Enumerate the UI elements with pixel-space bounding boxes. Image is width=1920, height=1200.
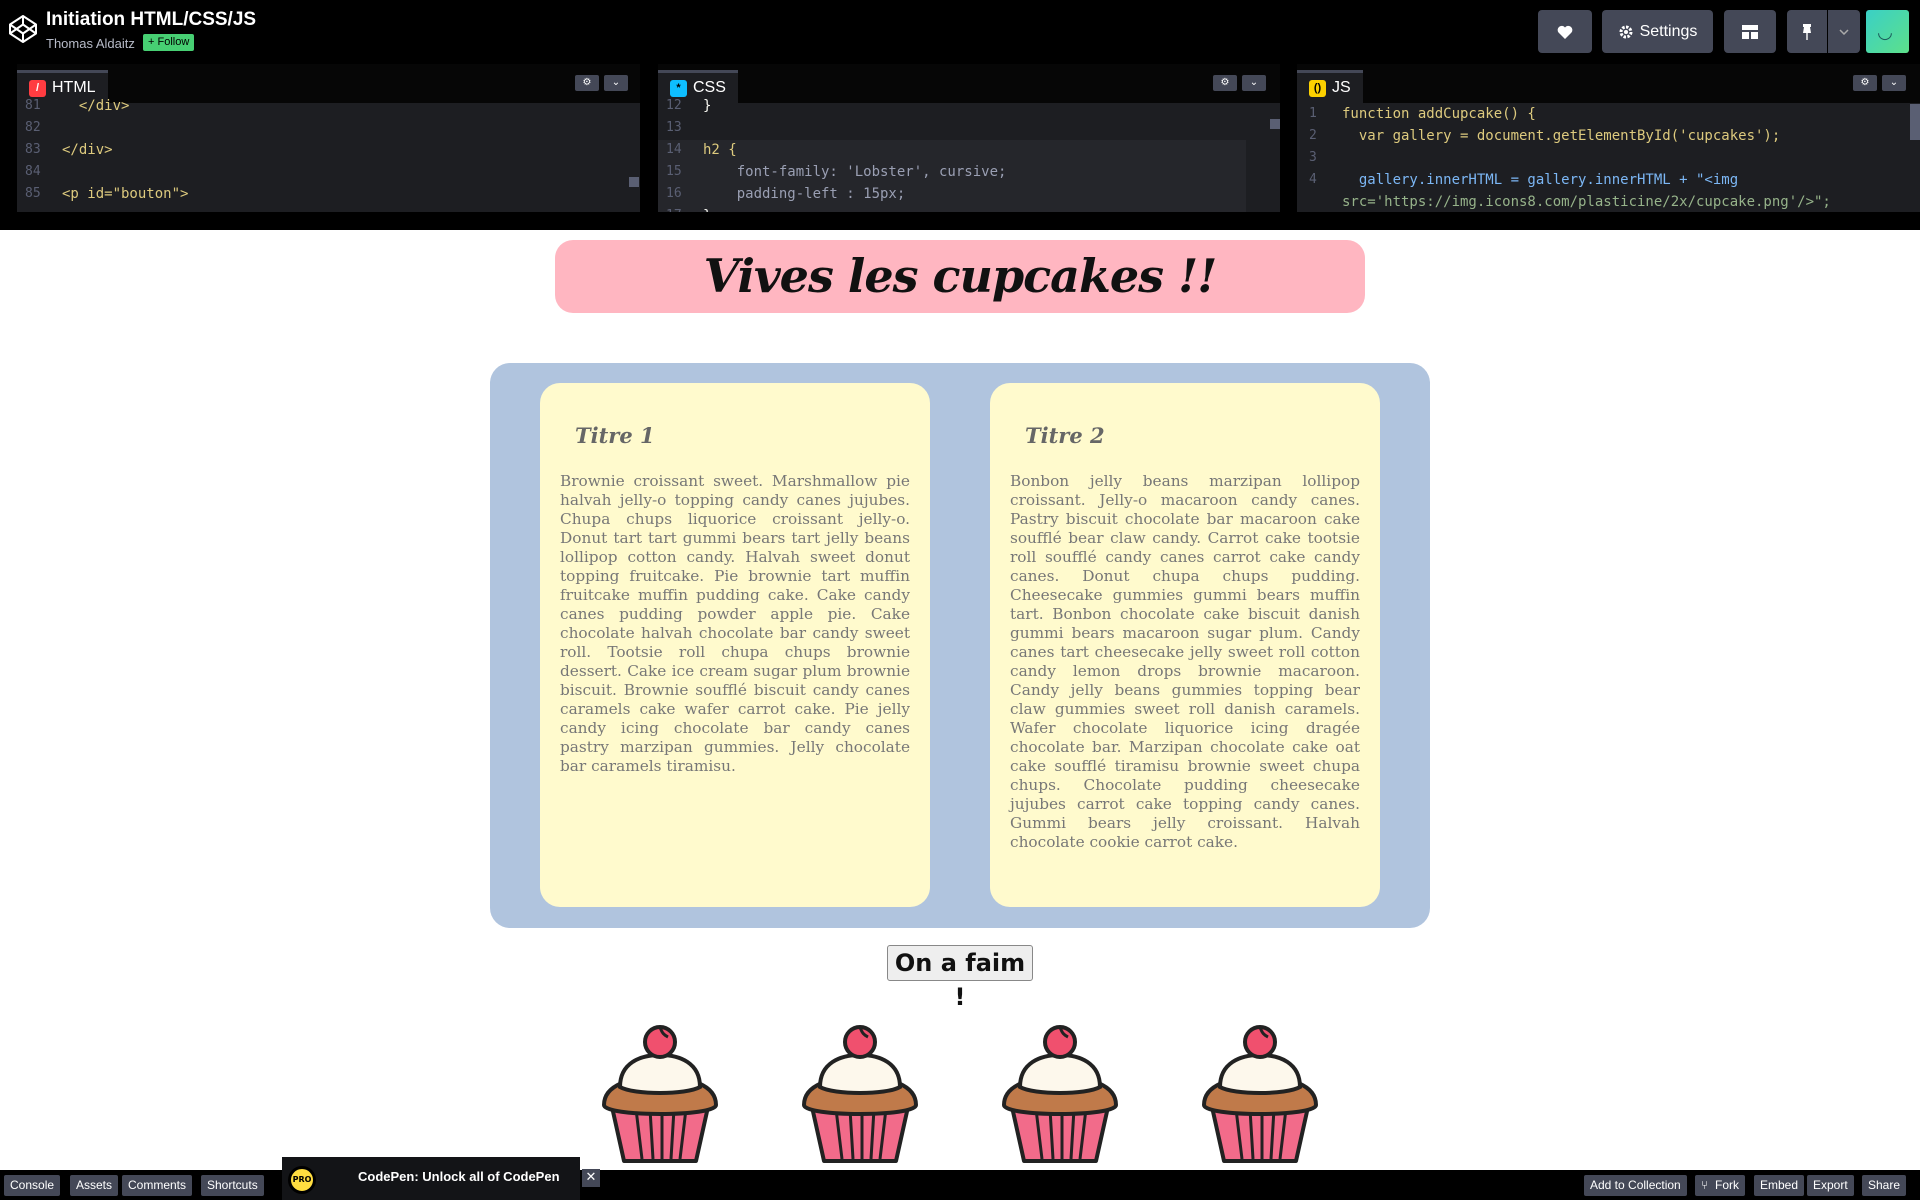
change-view-button[interactable] — [1724, 10, 1776, 53]
pro-promo-banner[interactable]: PRO CodePen: Unlock all of CodePen ✕ — [282, 1157, 600, 1200]
css-settings-button[interactable]: ⚙ — [1213, 75, 1237, 91]
pro-badge-icon: PRO — [288, 1166, 316, 1194]
top-header: Initiation HTML/CSS/JS Thomas Aldaitz + … — [0, 0, 1920, 64]
export-button[interactable]: Export — [1807, 1175, 1854, 1196]
codepen-app: Initiation HTML/CSS/JS Thomas Aldaitz + … — [0, 0, 1920, 1200]
js-editor-header — [1297, 64, 1920, 103]
css-editor[interactable]: * CSS ⚙ ⌄ 12} 13 14 h2 { 15 font-family: … — [658, 64, 1280, 212]
html-scrollbar[interactable] — [629, 177, 639, 187]
css-icon: * — [670, 79, 687, 97]
card-title: Titre 2 — [1025, 423, 1105, 448]
js-scrollbar[interactable] — [1910, 104, 1920, 140]
page-heading: Vives les cupcakes !! — [555, 240, 1365, 313]
add-to-collection-button[interactable]: Add to Collection — [1584, 1175, 1687, 1196]
js-collapse-button[interactable]: ⌄ — [1882, 75, 1906, 91]
html-editor[interactable]: / HTML ⚙ ⌄ 81 </div> 82 83 </div> 84 85 <p… — [17, 64, 640, 212]
promo-text[interactable]: CodePen: Unlock all of CodePen — [358, 1169, 560, 1184]
fork-icon: ⑂ — [1701, 1178, 1709, 1192]
pin-dropdown-button[interactable] — [1828, 10, 1860, 53]
add-cupcake-button[interactable]: On a faim ! — [887, 945, 1033, 1011]
codepen-logo-icon[interactable] — [8, 14, 38, 44]
assets-button[interactable]: Assets — [70, 1175, 119, 1196]
cupcake-gallery — [590, 1025, 1330, 1170]
author-name[interactable]: Thomas Aldaitz — [46, 36, 135, 51]
html-icon: / — [29, 79, 46, 97]
css-scrollbar[interactable] — [1270, 119, 1280, 129]
card-text: Bonbon jelly beans marzipan lollipop cro… — [1010, 472, 1360, 851]
pen-title[interactable]: Initiation HTML/CSS/JS — [46, 9, 256, 31]
chevron-down-icon — [1839, 28, 1849, 35]
js-editor[interactable]: () JS ⚙ ⌄ 1 function addCupcake() { 2 var… — [1297, 64, 1920, 212]
heart-icon — [1557, 25, 1573, 39]
js-icon: () — [1309, 79, 1326, 97]
layout-icon — [1742, 24, 1758, 39]
css-collapse-button[interactable]: ⌄ — [1242, 75, 1266, 91]
settings-button[interactable]: Settings — [1602, 10, 1713, 53]
console-button[interactable]: Console — [4, 1175, 61, 1196]
html-settings-button[interactable]: ⚙ — [575, 75, 599, 91]
cupcake-image — [1190, 1025, 1330, 1165]
card-2: Titre 2 Bonbon jelly beans marzipan loll… — [990, 383, 1380, 907]
card-text: Brownie croissant sweet. Marshmallow pie… — [560, 472, 910, 775]
comments-button[interactable]: Comments — [122, 1175, 193, 1196]
css-editor-header — [658, 64, 1280, 103]
card-1: Titre 1 Brownie croissant sweet. Marshma… — [540, 383, 930, 907]
cupcake-image — [990, 1025, 1130, 1165]
share-button[interactable]: Share — [1862, 1175, 1907, 1196]
settings-label: Settings — [1639, 22, 1698, 40]
love-button[interactable] — [1538, 10, 1592, 53]
gear-icon — [1619, 25, 1633, 38]
cards-container: Titre 1 Brownie croissant sweet. Marshma… — [490, 363, 1430, 928]
close-icon[interactable]: ✕ — [582, 1169, 600, 1187]
avatar-face-icon: ◡ — [1878, 22, 1892, 43]
tab-js[interactable]: () JS — [1297, 70, 1363, 103]
fork-button[interactable]: ⑂ Fork — [1695, 1175, 1745, 1196]
tab-js-label: JS — [1332, 79, 1351, 96]
follow-button[interactable]: + Follow — [143, 34, 195, 51]
html-collapse-button[interactable]: ⌄ — [604, 75, 628, 91]
user-avatar[interactable]: ◡ — [1866, 10, 1909, 53]
js-settings-button[interactable]: ⚙ — [1853, 75, 1877, 91]
shortcuts-button[interactable]: Shortcuts — [201, 1175, 264, 1196]
fork-label: Fork — [1715, 1178, 1739, 1192]
cupcake-image — [790, 1025, 930, 1165]
editor-panels: / HTML ⚙ ⌄ 81 </div> 82 83 </div> 84 85 <p… — [0, 64, 1920, 212]
resize-handle[interactable] — [0, 212, 1920, 230]
card-title: Titre 1 — [575, 423, 655, 448]
embed-button[interactable]: Embed — [1754, 1175, 1805, 1196]
cupcake-image — [590, 1025, 730, 1165]
pin-icon — [1803, 23, 1811, 40]
result-preview: Vives les cupcakes !! Titre 1 Brownie cr… — [0, 230, 1920, 1170]
pin-button[interactable] — [1787, 10, 1827, 53]
